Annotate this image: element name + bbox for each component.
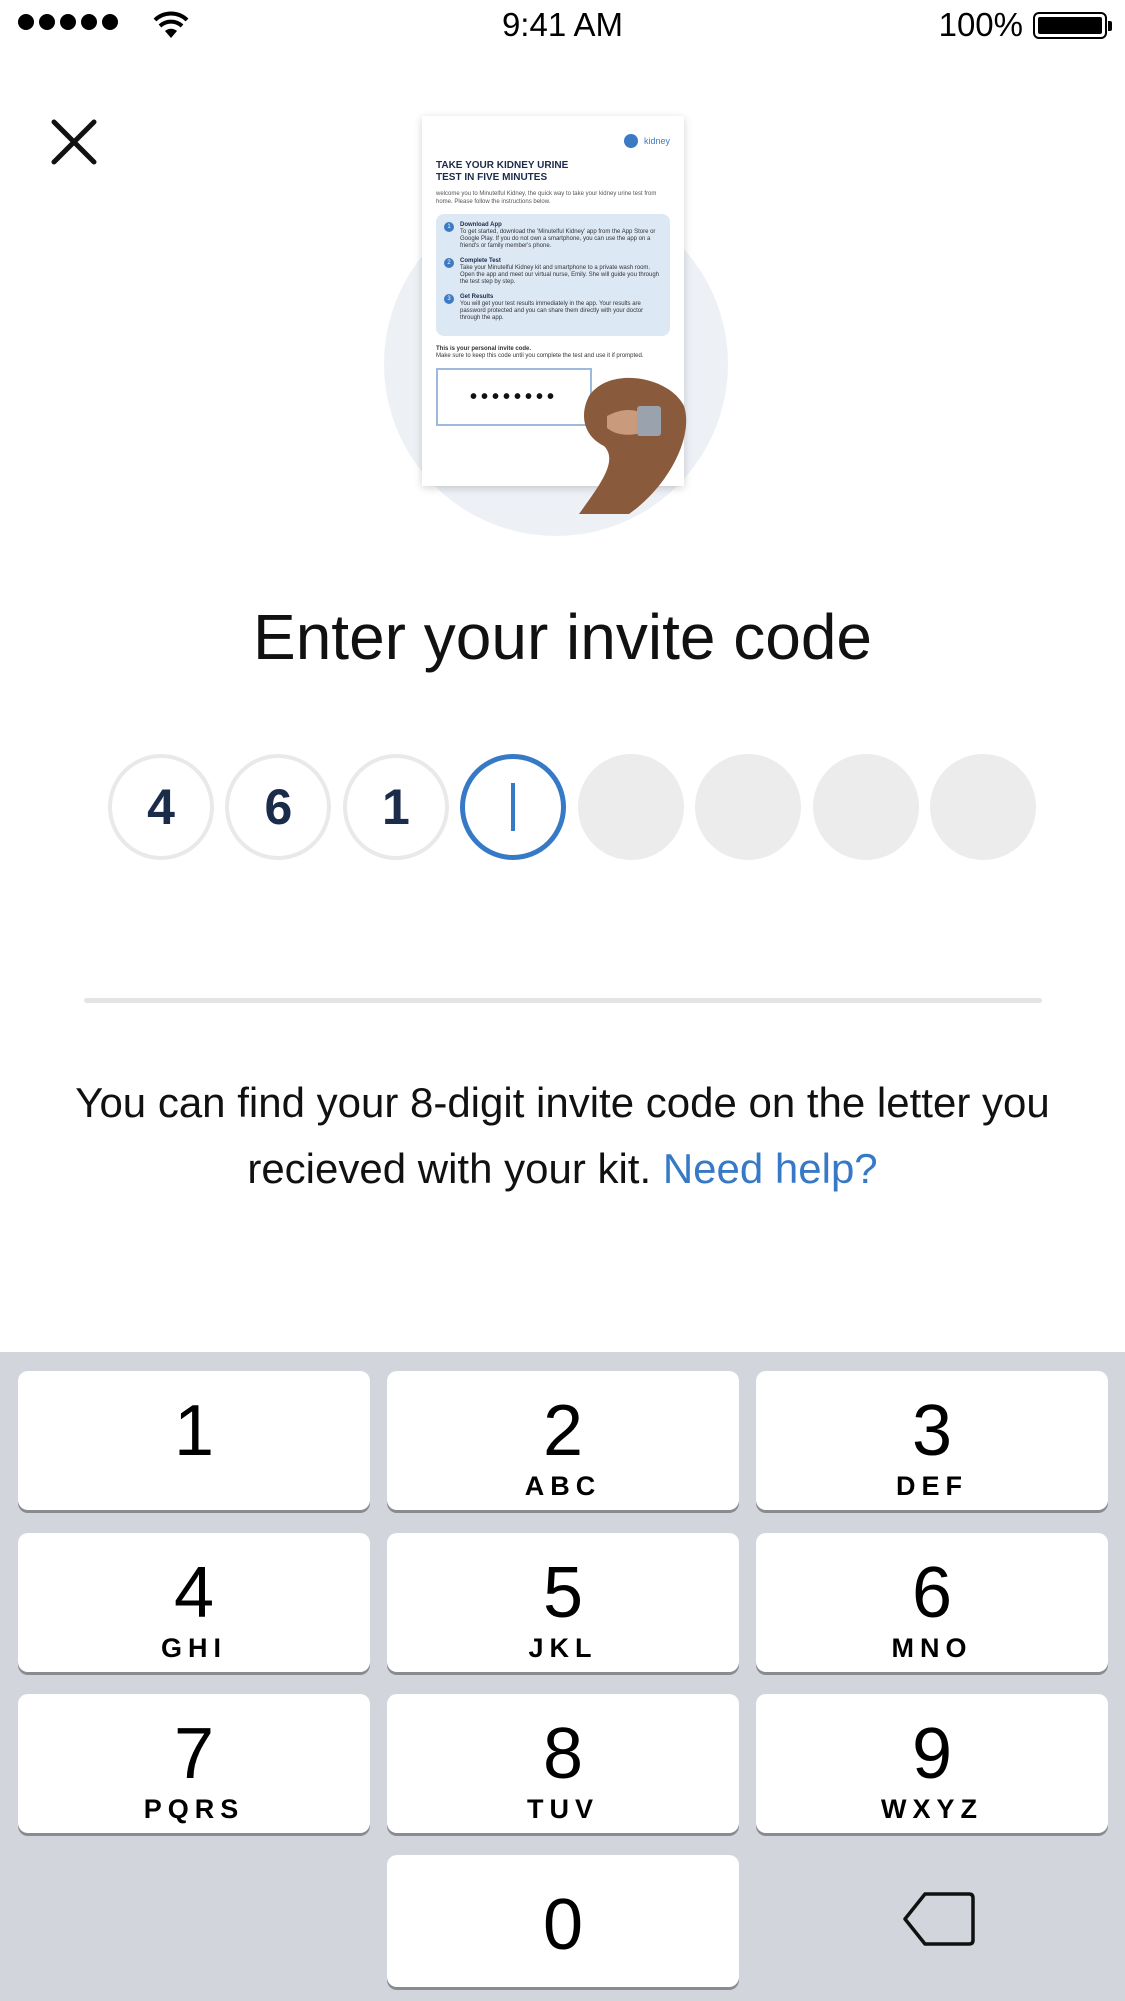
code-digit-active[interactable] [460,754,567,860]
kidney-logo-icon [623,134,638,148]
code-digit[interactable]: 1 [342,754,449,860]
text-cursor [511,783,516,831]
backspace-button[interactable] [903,1890,975,1953]
letter-headline: TAKE YOUR KIDNEY URINE TEST IN FIVE MINU… [436,160,569,183]
key-3[interactable]: 3 DEF [756,1371,1108,1510]
letter-code-note: This is your personal invite code. Make s… [436,346,644,359]
page-title: Enter your invite code [253,601,872,673]
letter-logo: kidney [436,130,670,152]
close-button[interactable] [48,116,100,168]
invite-letter-illustration: kidney TAKE YOUR KIDNEY URINE TEST IN FI… [384,116,734,536]
code-digit[interactable] [577,754,684,860]
code-digit[interactable]: 6 [225,754,332,860]
key-9[interactable]: 9 WXYZ [756,1694,1108,1833]
battery-icon [1033,12,1112,39]
invite-code-input[interactable]: 4 6 1 [108,754,1036,860]
key-6[interactable]: 6 MNO [756,1533,1108,1672]
key-4[interactable]: 4 GHI [18,1533,370,1672]
code-digit[interactable] [812,754,919,860]
backspace-icon [903,1892,975,1946]
divider [84,998,1042,1003]
letter-step: 1 Download App To get started, download t… [444,222,662,250]
battery-percentage: 100% [938,6,1023,43]
code-digit[interactable] [929,754,1036,860]
key-0[interactable]: 0 [387,1855,739,1987]
key-7[interactable]: 7 PQRS [18,1694,370,1833]
letter-step: 2 Complete Test Take your Minutelful Kidn… [444,258,662,286]
key-1[interactable]: 1 [18,1371,370,1510]
need-help-link[interactable]: Need help? [663,1145,878,1192]
letter-steps: 1 Download App To get started, download t… [436,214,670,336]
key-2[interactable]: 2 ABC [387,1371,739,1510]
key-8[interactable]: 8 TUV [387,1694,739,1833]
status-bar: 9:41 AM 100% [0,0,1125,52]
key-5[interactable]: 5 JKL [387,1533,739,1672]
code-digit[interactable] [695,754,802,860]
letter-intro: welcome you to Minutelful Kidney, the qu… [436,191,657,205]
hand-icon [579,377,687,514]
help-text: You can find your 8-digit invite code on… [75,1079,1050,1192]
code-digit[interactable]: 4 [108,754,214,860]
letter-step: 3 Get Results You will get your test resu… [444,294,662,322]
close-icon [51,119,97,165]
